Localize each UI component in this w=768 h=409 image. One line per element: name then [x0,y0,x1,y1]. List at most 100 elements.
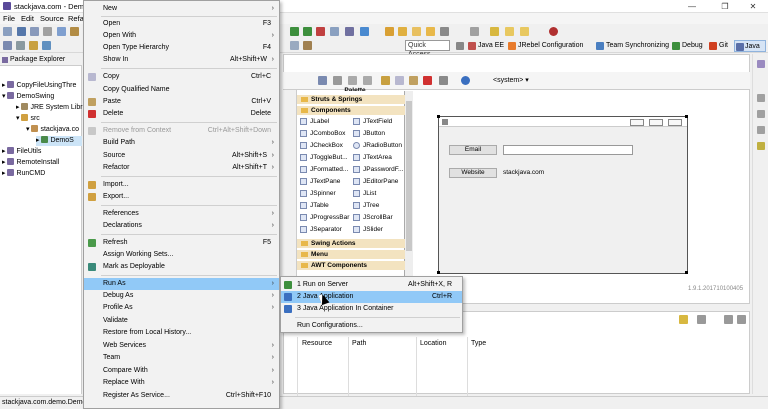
palette-jpasswordfield[interactable]: JPasswordF... [353,164,403,175]
palette-jspinner[interactable]: JSpinner [300,188,336,199]
open-task-icon[interactable] [398,27,407,36]
save-icon[interactable] [17,27,26,36]
menu-item-restore-local-history[interactable]: Restore from Local History... [84,327,279,339]
submenu-java-application[interactable]: 2 Java Application Ctrl+R [281,291,462,303]
palette-jlist[interactable]: JList [353,188,376,199]
menu-item-replace-with[interactable]: Replace With › [84,377,279,389]
menu-item-import[interactable]: Import... [84,179,279,191]
menu-item-open-with[interactable]: Open With › [84,30,279,42]
palette-section-menu[interactable]: Menu [297,250,405,259]
resize-handle[interactable] [437,115,440,118]
minimize-view-icon[interactable] [724,315,733,324]
maximize-view-icon[interactable] [737,315,746,324]
palette-jformatted[interactable]: JFormatted... [300,164,348,175]
palette-section-awt[interactable]: AWT Components [297,261,405,270]
toolbar-icon[interactable] [290,41,299,50]
package-explorer-tab[interactable]: Package Explorer [0,54,82,66]
menu-item-remove-from-context[interactable]: Remove from Context Ctrl+Alt+Shift+Down [84,125,279,137]
palette-section-swing-actions[interactable]: Swing Actions [297,239,405,248]
palette-jtextarea[interactable]: JTextArea [353,152,392,163]
look-and-feel-icon[interactable] [461,76,470,85]
menu-item-profile-as[interactable]: Profile As › [84,302,279,314]
tree-item[interactable]: ▾ src [16,114,40,124]
email-text-field[interactable] [503,145,633,155]
toolbar-icon[interactable] [679,315,688,324]
palette-jscrollbar[interactable]: JScrollBar [353,212,393,223]
menu-item-references[interactable]: References › [84,208,279,220]
open-type-icon[interactable] [385,27,394,36]
back-icon[interactable] [505,27,514,36]
perspective-java-ee[interactable]: Java EE [468,40,504,52]
column-path[interactable]: Path [352,340,366,347]
menu-edit[interactable]: Edit [21,14,34,23]
maximize-button[interactable]: ❐ [710,0,740,13]
email-button[interactable]: Email [449,145,497,155]
toolbar-icon[interactable] [426,27,435,36]
menu-item-paste[interactable]: Paste Ctrl+V [84,96,279,108]
palette-section-struts[interactable]: Struts & Springs [297,95,405,104]
toolbar-icon[interactable] [439,76,448,85]
palette-jeditorpane[interactable]: JEditorPane [353,176,398,187]
perspective-team-sync[interactable]: Team Synchronizing [596,40,669,52]
toolbar-icon[interactable] [3,41,12,50]
copy-icon[interactable] [395,76,404,85]
toolbar-icon[interactable] [57,27,66,36]
palette-jtree[interactable]: JTree [353,200,379,211]
perspective-git[interactable]: Git [709,40,728,52]
stop-icon[interactable] [316,27,325,36]
toolbar-icon[interactable] [345,27,354,36]
menu-item-register-as-service[interactable]: Register As Service... Ctrl+Shift+F10 [84,390,279,402]
forward-icon[interactable] [520,27,529,36]
palette-section-components[interactable]: Components [297,106,405,115]
resize-handle[interactable] [685,271,688,274]
tree-item[interactable]: ▸ RemoteInstall [2,158,59,168]
toolbar-icon[interactable] [697,315,706,324]
tree-item[interactable]: ▾ stackjava.co [26,125,79,135]
tree-item[interactable]: ▾ DemoSwing [2,92,54,102]
menu-item-open-type-hierarchy[interactable]: Open Type Hierarchy F4 [84,42,279,54]
print-icon[interactable] [43,27,52,36]
palette-jtogglebutton[interactable]: JToggleBut... [300,152,348,163]
new-icon[interactable] [3,27,12,36]
perspective-jrebel[interactable]: JRebel Configuration [508,40,583,52]
menu-item-mark-as-deployable[interactable]: Mark as Deployable [84,261,279,273]
toolbar-icon[interactable] [470,27,479,36]
trim-icon[interactable] [757,60,765,68]
quick-access-input[interactable]: Quick Access [405,40,450,58]
column-resource[interactable]: Resource [302,340,332,347]
delete-icon[interactable] [423,76,432,85]
toolbar-icon[interactable] [318,76,327,85]
menu-item-declarations[interactable]: Declarations › [84,220,279,232]
next-annotation-icon[interactable] [490,27,499,36]
menu-item-compare-with[interactable]: Compare With › [84,365,279,377]
palette-jslider[interactable]: JSlider [353,224,383,235]
palette-jseparator[interactable]: JSeparator [300,224,342,235]
menu-item-refresh[interactable]: Refresh F5 [84,237,279,249]
search-icon[interactable] [412,27,421,36]
menu-refactor[interactable]: Refa [68,14,84,23]
debug-icon[interactable] [303,27,312,36]
menu-item-team[interactable]: Team › [84,352,279,364]
column-location[interactable]: Location [420,340,446,347]
menu-item-export[interactable]: Export... [84,191,279,203]
menu-item-delete[interactable]: Delete Delete [84,108,279,120]
palette-jcheckbox[interactable]: JCheckBox [300,140,343,151]
menu-item-copy[interactable]: Copy Ctrl+C [84,71,279,83]
tree-item[interactable]: ▸ CopyFileUsingThre [2,81,76,91]
menu-item-validate[interactable]: Validate [84,315,279,327]
toolbar-icon[interactable] [70,27,79,36]
palette-jcombobox[interactable]: JComboBox [300,128,345,139]
menu-item-run-as[interactable]: Run As › [84,278,279,290]
website-button[interactable]: Website [449,168,497,178]
trim-icon[interactable] [757,142,765,150]
menu-item-refactor[interactable]: Refactor Alt+Shift+T › [84,162,279,174]
resize-handle[interactable] [437,271,440,274]
menu-item-source[interactable]: Source Alt+Shift+S › [84,150,279,162]
menu-item-show-in[interactable]: Show In Alt+Shift+W › [84,54,279,66]
palette-jprogressbar[interactable]: JProgressBar [300,212,349,223]
menu-item-copy-qualified-name[interactable]: Copy Qualified Name [84,84,279,96]
close-button[interactable]: ✕ [738,0,768,13]
save-all-icon[interactable] [30,27,39,36]
submenu-run-configurations[interactable]: Run Configurations... [281,320,462,332]
palette-scrollbar[interactable] [405,91,413,281]
